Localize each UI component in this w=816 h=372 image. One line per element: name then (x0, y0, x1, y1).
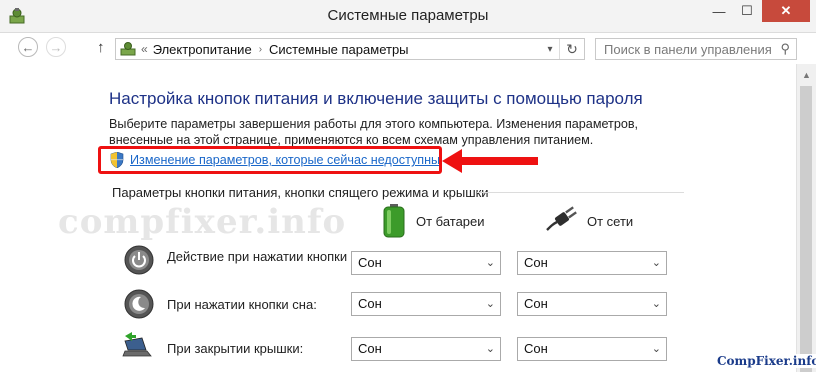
page-description: Выберите параметры завершения работы для… (109, 117, 639, 147)
page-title: Настройка кнопок питания и включение защ… (109, 89, 643, 108)
window-title: Системные параметры (327, 7, 489, 24)
chevron-down-icon: ⌄ (651, 298, 661, 310)
watermark-center: compfixer.info (58, 202, 347, 242)
chevron-down-icon: ⌄ (651, 343, 661, 355)
lid-close-plugged-select[interactable]: Сон ⌄ (517, 337, 667, 361)
refresh-button[interactable]: ↻ (559, 39, 584, 59)
red-pointer-arrow-icon (442, 149, 538, 173)
power-button-icon (124, 245, 154, 275)
power-button-plugged-select[interactable]: Сон ⌄ (517, 251, 667, 275)
power-button-battery-select[interactable]: Сон ⌄ (351, 251, 501, 275)
sleep-button-icon (124, 289, 154, 319)
control-panel-icon (120, 42, 136, 56)
select-value: Сон (524, 255, 548, 270)
up-button[interactable]: ↑ (97, 39, 105, 56)
breadcrumb-item-power[interactable]: Электропитание (153, 42, 252, 57)
minimize-button[interactable]: — (706, 0, 732, 22)
chevron-down-icon: ⌄ (485, 298, 495, 310)
section-title: Параметры кнопки питания, кнопки спящего… (112, 185, 489, 200)
watermark-corner: CompFixer.info (715, 354, 816, 368)
select-value: Сон (524, 296, 548, 311)
main-content: Настройка кнопок питания и включение защ… (0, 64, 796, 372)
title-bar: Системные параметры — ☐ ✕ (0, 0, 816, 33)
select-value: Сон (358, 255, 382, 270)
row-label-sleep-button: При нажатии кнопки сна: (167, 297, 317, 312)
laptop-lid-icon (122, 332, 152, 357)
power-plug-icon (546, 206, 577, 231)
battery-icon (383, 204, 405, 238)
search-icon[interactable]: ⚲ (780, 41, 790, 57)
select-value: Сон (358, 341, 382, 356)
sleep-button-battery-select[interactable]: Сон ⌄ (351, 292, 501, 316)
maximize-button[interactable]: ☐ (734, 0, 760, 22)
address-dropdown-icon[interactable]: ▾ (542, 39, 558, 59)
search-placeholder: Поиск в панели управления (604, 42, 772, 57)
breadcrumb-overflow[interactable]: « (141, 42, 148, 56)
close-button[interactable]: ✕ (762, 0, 810, 22)
vertical-scrollbar[interactable]: ▲ (796, 64, 816, 372)
forward-button[interactable]: → (46, 37, 66, 57)
search-input[interactable]: Поиск в панели управления ⚲ (595, 38, 797, 60)
row-label-lid-close: При закрытии крышки: (167, 341, 304, 356)
scroll-up-icon[interactable]: ▲ (802, 70, 811, 80)
lid-close-battery-select[interactable]: Сон ⌄ (351, 337, 501, 361)
highlight-box (98, 146, 442, 174)
column-header-battery: От батареи (416, 214, 485, 229)
select-value: Сон (524, 341, 548, 356)
address-bar[interactable]: « Электропитание › Системные параметры ▾… (115, 38, 585, 60)
chevron-down-icon: ⌄ (485, 257, 495, 269)
select-value: Сон (358, 296, 382, 311)
column-header-plugged-in: От сети (587, 214, 634, 229)
chevron-down-icon: ⌄ (485, 343, 495, 355)
back-button[interactable]: ← (18, 37, 38, 57)
scrollbar-thumb[interactable] (800, 86, 812, 372)
breadcrumb-separator[interactable]: › (259, 44, 262, 55)
section-divider (477, 192, 684, 193)
sleep-button-plugged-select[interactable]: Сон ⌄ (517, 292, 667, 316)
breadcrumb-item-system-settings[interactable]: Системные параметры (269, 42, 408, 57)
chevron-down-icon: ⌄ (651, 257, 661, 269)
navigation-bar: ← → ↑ « Электропитание › Системные парам… (0, 33, 816, 63)
